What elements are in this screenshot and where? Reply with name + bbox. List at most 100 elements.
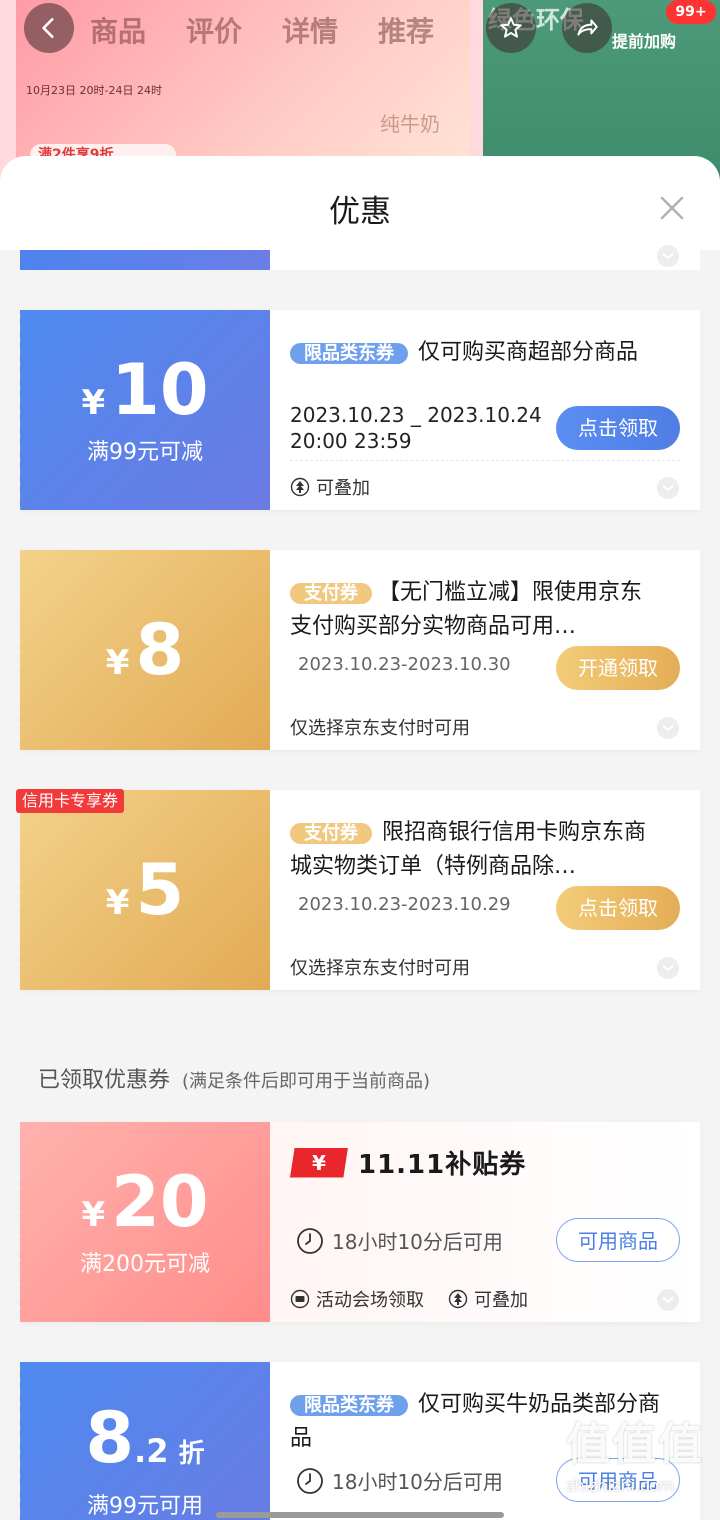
section-heading: 已领取优惠券 [38,1068,171,1093]
claim-button[interactable]: 点击领取 [556,886,680,930]
expand-button[interactable] [656,476,680,500]
expand-button[interactable] [656,956,680,980]
clock-icon [297,1467,323,1494]
coupon-value-panel: ¥ 20 满200元可减 [17,1122,270,1322]
coupon-amount: 8 .2 折 [85,1402,204,1474]
site-watermark: 值值值 zhizhizhi.com [566,1408,716,1514]
coupon-description-text: 仅可购买商超部分商品 [418,340,639,365]
coupon-info-panel: 支付券 限招商银行信用卡购京东商城实物类订单（特例商品除… 2023.10.23-… [270,790,700,990]
availability-timer: 18小时10分后可用 [296,1226,503,1255]
amount-value: 5 [135,849,185,931]
expand-button[interactable] [656,244,680,268]
share-button[interactable] [562,3,612,53]
coupon-validity: 2023.10.23 _ 2023.10.24 20:00 23:59 [290,402,542,454]
back-button[interactable] [24,3,74,53]
cart-count-badge: 99+ [666,0,716,24]
coupon-type-tag: 限品类东券 [290,1395,408,1416]
stack-icon [448,1289,468,1309]
source-text: 活动会场领取 [316,1290,424,1311]
coupon-info-panel [270,245,700,270]
favorite-button[interactable] [486,3,536,53]
subsidy-coupon-name: 11.11补贴券 [358,1150,527,1180]
discount-unit: 折 [178,1439,205,1469]
coupon-amount: ¥ 20 [81,1166,208,1238]
coupon-card: ¥ 8 支付券 【无门槛立减】限使用京东支付购买部分实物商品可用… 2023.10… [17,550,700,750]
divider [290,460,680,461]
availability-timer: 18小时10分后可用 [296,1466,503,1495]
tab-product[interactable]: 商品 [90,10,146,50]
currency-symbol: ¥ [81,1195,106,1235]
validity-dates: 2023.10.23 _ 2023.10.24 [290,403,542,427]
coupon-description: 支付券 【无门槛立减】限使用京东支付购买部分实物商品可用… [290,576,660,644]
coupon-condition: 满99元可用 [87,1494,203,1519]
home-indicator[interactable] [216,1512,504,1518]
expand-button[interactable] [656,1288,680,1312]
chevron-left-icon [42,18,54,38]
claim-button[interactable]: 点击领取 [556,406,680,450]
coupon-info-panel: ¥ 11.11补贴券 18小时10分后可用 可用商品 活动会场领取 可叠加 [270,1122,700,1322]
coupon-card-partial [20,245,700,270]
promo-date: 10月23日 20时-24日 24时 [26,84,162,97]
sheet-header: 优惠 [0,156,720,250]
payment-restriction-text: 仅选择京东支付时可用 [290,958,470,979]
chevron-down-icon [657,245,679,267]
currency-symbol: ¥ [81,383,106,423]
validity-dates: 2023.10.23-2023.10.29 [298,894,511,915]
share-icon [577,19,598,36]
tab-recommend[interactable]: 推荐 [378,10,434,50]
amount-value: 8 [135,609,185,691]
coupon-description: 限品类东券 仅可购买商超部分商品 [290,336,670,370]
subsidy-coupon-logo: ¥ 11.11补贴券 [290,1144,526,1181]
presale-text: 提前加购 [612,32,677,51]
claimed-section-title: 已领取优惠券 (满足条件后即可用于当前商品) [38,1062,430,1094]
watermark-logo: 值值值 [566,1419,704,1470]
validity-times: 20:00 23:59 [290,429,412,453]
tab-details[interactable]: 详情 [282,10,338,50]
ticket-icon [290,1289,310,1309]
stackable-text: 可叠加 [316,478,370,499]
chevron-down-icon [657,957,679,979]
watermark-url: zhizhizhi.com [566,1476,675,1495]
close-button[interactable] [654,190,690,226]
coupon-type-tag: 支付券 [290,583,372,604]
coupon-condition: 满99元可减 [87,440,203,465]
coupon-value-panel: 8 .2 折 满99元可用 [17,1362,270,1520]
coupon-card: ¥ 5 支付券 限招商银行信用卡购京东商城实物类订单（特例商品除… 2023.10… [17,790,700,990]
tab-reviews[interactable]: 评价 [186,10,242,50]
payment-restriction-text: 仅选择京东支付时可用 [290,718,470,739]
product-tabs: 商品 评价 详情 推荐 [90,10,434,50]
coupon-type-tag: 支付券 [290,823,372,844]
coupon-value-panel: ¥ 10 满99元可减 [17,310,270,510]
stack-icon [290,477,310,497]
coupon-description: 支付券 限招商银行信用卡购京东商城实物类订单（特例商品除… [290,816,660,884]
coupon-type-tag: 限品类东券 [290,343,408,364]
clock-icon [297,1227,323,1254]
expand-button[interactable] [656,716,680,740]
coupon-value-panel: ¥ 5 [17,790,270,990]
star-icon [500,17,522,38]
currency-symbol: ¥ [105,883,130,923]
coupon-info-panel: 支付券 【无门槛立减】限使用京东支付购买部分实物商品可用… 2023.10.23-… [270,550,700,750]
amount-value: 10 [111,349,209,431]
currency-symbol: ¥ [105,643,130,683]
coupon-footer: 活动会场领取 可叠加 [290,1286,528,1312]
amount-decimal: .2 [134,1432,169,1470]
coupon-amount: ¥ 8 [106,614,184,686]
coupon-sheet: 优惠 ¥ 10 满99元可减 限品类东券 仅可购买商超部分商品 2023.10.… [0,156,720,1520]
product-label: 纯牛奶 [380,112,440,136]
credit-card-exclusive-ribbon: 信用卡专享券 [16,789,125,813]
yen-logo-icon: ¥ [290,1147,348,1178]
validity-dates: 2023.10.23-2023.10.30 [298,654,511,675]
coupon-amount: ¥ 10 [81,354,208,426]
stackable-text: 可叠加 [474,1290,528,1311]
sheet-title: 优惠 [329,194,391,230]
chevron-down-icon [657,1289,679,1311]
coupon-footer: 仅选择京东支付时可用 [290,714,470,740]
coupon-footer: 可叠加 [290,474,370,500]
coupon-amount: ¥ 5 [106,854,184,926]
activate-claim-button[interactable]: 开通领取 [556,646,680,690]
coupon-value-panel: ¥ 8 [17,550,270,750]
available-products-button[interactable]: 可用商品 [556,1218,680,1262]
claimed-coupon-card: ¥ 20 满200元可减 ¥ 11.11补贴券 18小时10分后可用 可用商品 … [17,1122,700,1322]
chevron-down-icon [657,477,679,499]
